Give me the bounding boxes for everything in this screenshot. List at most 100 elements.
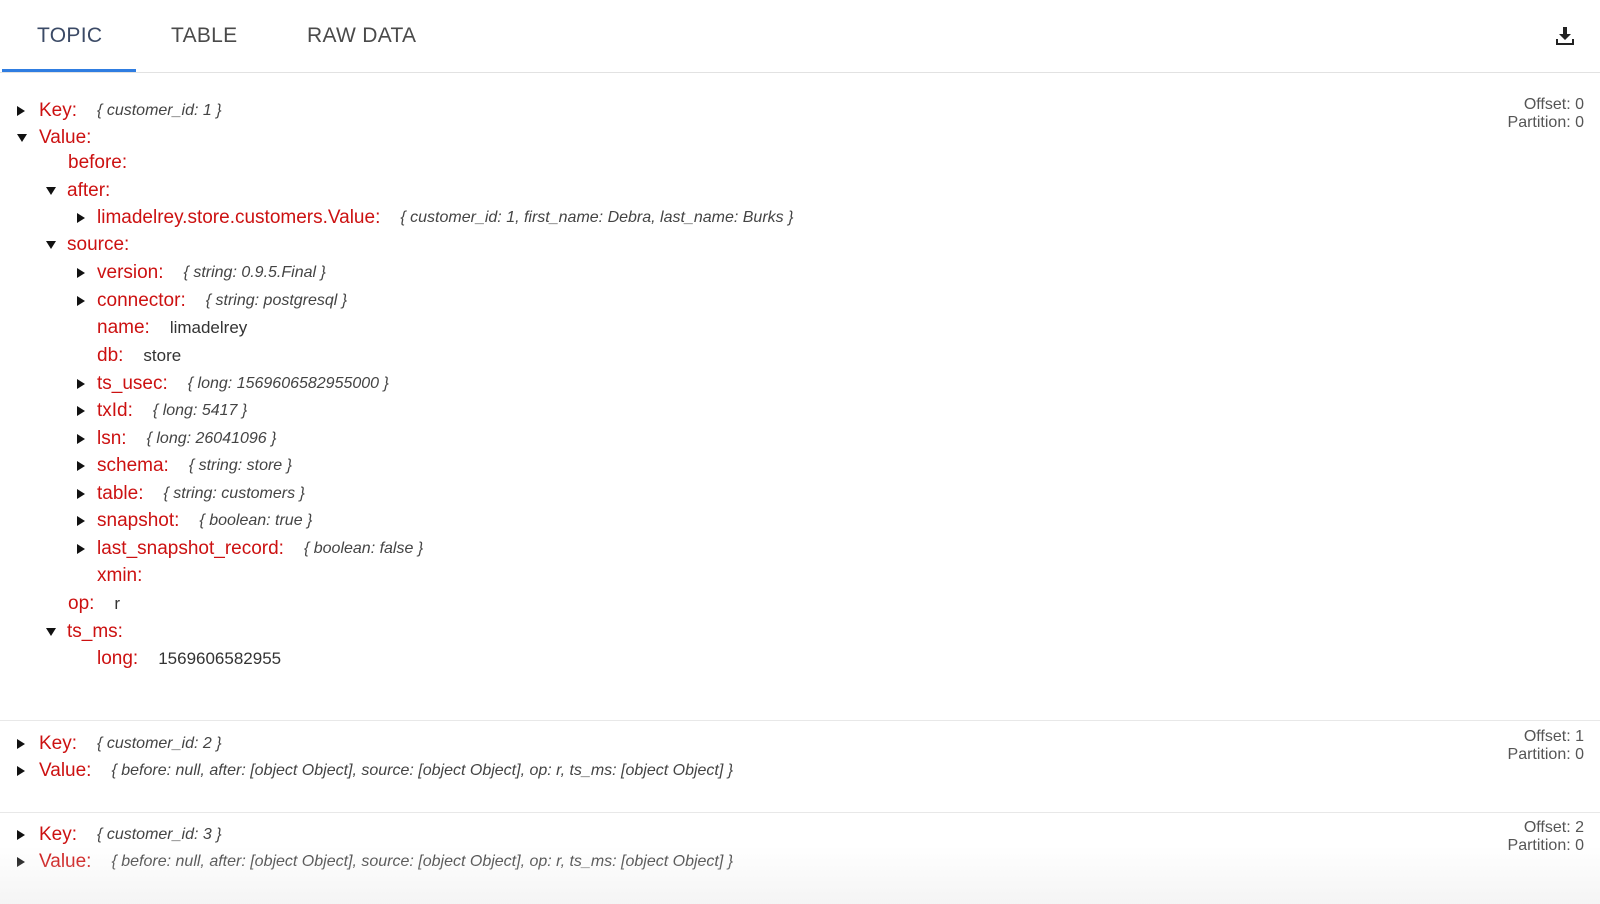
field-snapshot[interactable]: snapshot: { boolean: true } [77, 507, 312, 535]
field-summary: { string: postgresql } [205, 292, 348, 309]
field-lsn[interactable]: lsn: { long: 26041096 } [77, 425, 276, 453]
expand-triangle-icon[interactable] [77, 213, 85, 223]
field-version[interactable]: version: { string: 0.9.5.Final } [77, 259, 326, 287]
field-label: table: [97, 483, 144, 504]
expand-triangle-icon[interactable] [77, 268, 85, 278]
field-label: limadelrey.store.customers.Value: [97, 207, 381, 228]
key-row[interactable]: Key: { customer_id: 3 } [17, 821, 222, 849]
value-label: Value: [39, 127, 92, 148]
field-value: store [143, 346, 182, 365]
field-connector[interactable]: connector: { string: postgresql } [77, 287, 347, 315]
collapse-triangle-icon[interactable] [46, 628, 56, 636]
expand-triangle-icon[interactable] [17, 106, 25, 116]
field-before: before: [68, 149, 127, 177]
field-label: before: [68, 152, 128, 173]
field-label: long: [97, 648, 139, 669]
field-txid[interactable]: txId: { long: 5417 } [77, 397, 247, 425]
field-label: schema: [97, 455, 169, 476]
field-summary: { string: store } [188, 457, 292, 474]
field-label: snapshot: [97, 510, 180, 531]
field-label: connector: [97, 290, 186, 311]
field-label: lsn: [97, 428, 127, 449]
offset-label: Offset: 2 [1523, 819, 1584, 836]
expand-triangle-icon[interactable] [17, 830, 25, 840]
message-record: Offset: 1 Partition: 0 Key: { customer_i… [0, 720, 1600, 813]
record-meta: Offset: 1 Partition: 0 [1508, 728, 1584, 764]
key-label: Key: [39, 733, 78, 754]
expand-triangle-icon[interactable] [77, 406, 85, 416]
field-summary: { long: 26041096 } [146, 430, 277, 447]
field-ts-ms[interactable]: ts_ms: [46, 618, 123, 646]
field-summary: { boolean: false } [303, 540, 424, 557]
tab-raw-data[interactable]: RAW DATA [307, 0, 416, 72]
field-label: source: [67, 234, 130, 255]
field-value: 1569606582955 [158, 649, 282, 668]
expand-triangle-icon[interactable] [77, 544, 85, 554]
field-long: long: 1569606582955 [97, 645, 281, 673]
partition-label: Partition: 0 [1507, 746, 1584, 763]
expand-triangle-icon[interactable] [77, 434, 85, 444]
field-label: version: [97, 262, 164, 283]
value-row[interactable]: Value: [17, 124, 91, 152]
field-table[interactable]: table: { string: customers } [77, 480, 305, 508]
field-last-snapshot-record[interactable]: last_snapshot_record: { boolean: false } [77, 535, 423, 563]
value-summary: { before: null, after: [object Object], … [111, 762, 734, 779]
field-label: op: [68, 593, 95, 614]
expand-triangle-icon[interactable] [77, 516, 85, 526]
tab-table[interactable]: TABLE [171, 0, 237, 72]
key-summary: { customer_id: 3 } [97, 826, 222, 843]
field-value: limadelrey [169, 318, 248, 337]
value-row[interactable]: Value: { before: null, after: [object Ob… [17, 757, 733, 785]
key-row[interactable]: Key: { customer_id: 2 } [17, 730, 222, 758]
expand-triangle-icon[interactable] [17, 766, 25, 776]
field-name: name: limadelrey [97, 314, 247, 342]
field-ts-usec[interactable]: ts_usec: { long: 1569606582955000 } [77, 370, 389, 398]
tab-bar: TOPIC TABLE RAW DATA [0, 0, 1600, 73]
field-after-child[interactable]: limadelrey.store.customers.Value: { cust… [77, 204, 793, 232]
value-row[interactable]: Value: { before: null, after: [object Ob… [17, 848, 733, 876]
field-source[interactable]: source: [46, 231, 129, 259]
expand-triangle-icon[interactable] [17, 857, 25, 867]
value-label: Value: [39, 760, 92, 781]
expand-triangle-icon[interactable] [77, 461, 85, 471]
record-meta: Offset: 0 Partition: 0 [1508, 96, 1584, 132]
field-label: xmin: [97, 565, 143, 586]
message-record: Offset: 0 Partition: 0 Key: { customer_i… [0, 72, 1600, 721]
expand-triangle-icon[interactable] [77, 379, 85, 389]
field-summary: { string: customers } [163, 485, 305, 502]
collapse-triangle-icon[interactable] [17, 134, 27, 142]
tab-topic[interactable]: TOPIC [37, 0, 102, 72]
key-row[interactable]: Key: { customer_id: 1 } [17, 97, 222, 125]
field-label: last_snapshot_record: [97, 538, 284, 559]
key-summary: { customer_id: 1 } [97, 102, 222, 119]
key-label: Key: [39, 100, 78, 121]
field-schema[interactable]: schema: { string: store } [77, 452, 292, 480]
field-summary: { long: 1569606582955000 } [187, 375, 389, 392]
expand-triangle-icon[interactable] [77, 296, 85, 306]
offset-label: Offset: 1 [1523, 728, 1584, 745]
download-icon[interactable] [1553, 24, 1577, 48]
field-label: txId: [97, 400, 133, 421]
field-label: ts_ms: [67, 621, 123, 642]
expand-triangle-icon[interactable] [17, 739, 25, 749]
collapse-triangle-icon[interactable] [46, 187, 56, 195]
field-summary: { long: 5417 } [152, 402, 248, 419]
field-label: ts_usec: [97, 373, 168, 394]
partition-label: Partition: 0 [1507, 114, 1584, 131]
field-label: db: [97, 345, 124, 366]
offset-label: Offset: 0 [1523, 96, 1584, 113]
collapse-triangle-icon[interactable] [46, 241, 56, 249]
partition-label: Partition: 0 [1507, 837, 1584, 854]
field-value: r [114, 594, 121, 613]
field-summary: { boolean: true } [199, 512, 313, 529]
value-label: Value: [39, 851, 92, 872]
key-label: Key: [39, 824, 78, 845]
field-op: op: r [68, 590, 120, 618]
message-record: Offset: 2 Partition: 0 Key: { customer_i… [0, 813, 1600, 904]
value-summary: { before: null, after: [object Object], … [111, 853, 734, 870]
expand-triangle-icon[interactable] [77, 489, 85, 499]
record-meta: Offset: 2 Partition: 0 [1508, 819, 1584, 855]
field-label: name: [97, 317, 150, 338]
field-summary: { string: 0.9.5.Final } [183, 264, 326, 281]
field-after[interactable]: after: [46, 177, 110, 205]
